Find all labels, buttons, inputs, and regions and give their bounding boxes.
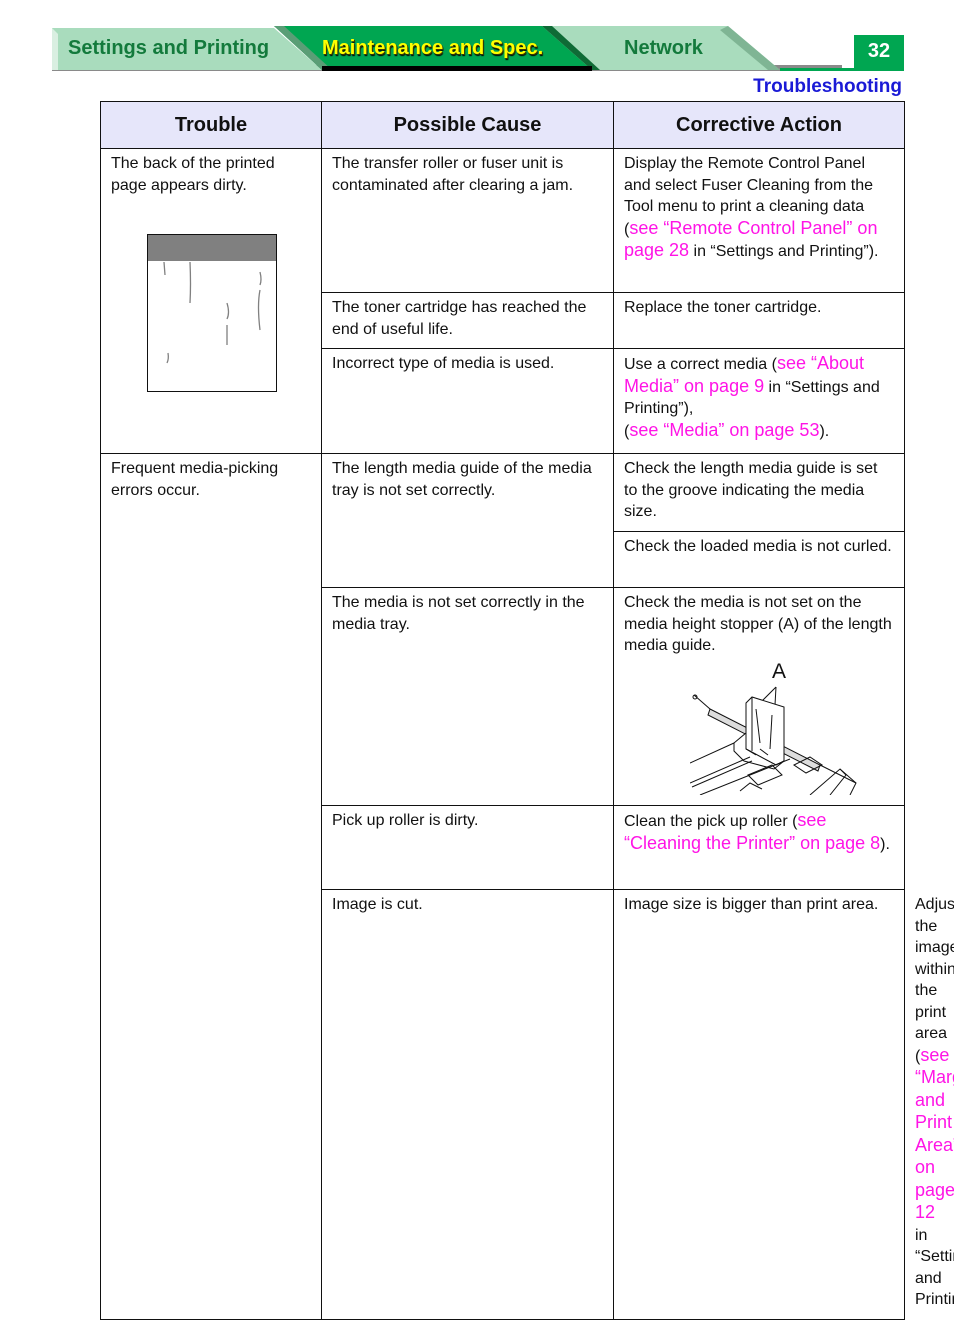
tab-network[interactable]: Network (624, 37, 703, 60)
smudge-marks (163, 261, 262, 364)
troubleshooting-table: Trouble Possible Cause Corrective Action… (100, 101, 954, 1320)
cross-reference-link[interactable]: see “Margins and Print Area” on page 12 (915, 1045, 954, 1223)
table-header-row: Trouble Possible Cause Corrective Action (100, 101, 905, 149)
trouble-cell: The back of the printed page appears dir… (100, 148, 322, 454)
tab-settings-and-printing[interactable]: Settings and Printing (68, 37, 269, 60)
header-trouble: Trouble (100, 101, 322, 149)
action-cell: Clean the pick up roller (see “Cleaning … (613, 805, 905, 890)
page-number: 32 (854, 35, 904, 69)
cause-cell: Pick up roller is dirty. (321, 805, 614, 890)
dirty-page-illustration (147, 234, 277, 392)
action-text: in “Settings and Printing”). (915, 1226, 954, 1309)
table-row: The back of the printed page appears dir… (100, 148, 905, 454)
action-text: ). (880, 835, 890, 853)
action-cell: Check the length media guide is set to t… (613, 453, 905, 532)
header-corrective-action: Corrective Action (613, 101, 905, 149)
cause-cell: Incorrect type of media is used. (321, 348, 614, 454)
action-text: Check the length media guide is set to t… (624, 460, 878, 520)
action-text: Replace the toner cartridge. (624, 299, 822, 316)
action-text: Clean the pick up roller ( (624, 813, 798, 830)
action-cell: Check the media is not set on the media … (613, 587, 905, 806)
media-height-stopper-figure: A (689, 660, 860, 795)
table-row: Frequent media-picking errors occur. The… (100, 453, 905, 1320)
action-text: in “Settings and Printing”). (689, 243, 879, 260)
trouble-text: The back of the printed page appears dir… (111, 155, 275, 194)
section-title[interactable]: Troubleshooting (753, 76, 902, 98)
tab-maintenance-and-spec[interactable]: Maintenance and Spec. (322, 37, 543, 60)
trouble-cell: Image is cut. (321, 889, 614, 1320)
action-text: Check the media is not set on the media … (624, 592, 894, 657)
cross-reference-link[interactable]: see “Media” on page 53 (629, 420, 819, 440)
cause-cell: The transfer roller or fuser unit is con… (321, 148, 614, 293)
media-tray-illustration (689, 686, 857, 795)
cause-cell: Image size is bigger than print area. (613, 889, 905, 1320)
cause-cell: The toner cartridge has reached the end … (321, 292, 614, 349)
action-text: ). (819, 422, 830, 440)
action-text: Use a correct media ( (624, 356, 777, 373)
cause-cell: The media is not set correctly in the me… (321, 587, 614, 806)
figure-label-a: A (772, 659, 787, 683)
action-text: Check the loaded media is not curled. (624, 538, 892, 555)
cause-cell: The length media guide of the media tray… (321, 453, 614, 588)
trouble-cell: Frequent media-picking errors occur. (100, 453, 322, 1320)
action-text: Adjust the image within the print area ( (915, 896, 954, 1065)
action-cell: Display the Remote Control Panel and sel… (613, 148, 905, 293)
header-possible-cause: Possible Cause (321, 101, 614, 149)
action-text: Check the media is not set on the media … (624, 594, 892, 654)
action-cell: Check the loaded media is not curled. (613, 531, 905, 588)
action-cell: Use a correct media (see “About Media” o… (613, 348, 905, 454)
action-cell: Replace the toner cartridge. (613, 292, 905, 349)
chapter-tab-bar: Settings and Printing Maintenance and Sp… (52, 24, 904, 72)
